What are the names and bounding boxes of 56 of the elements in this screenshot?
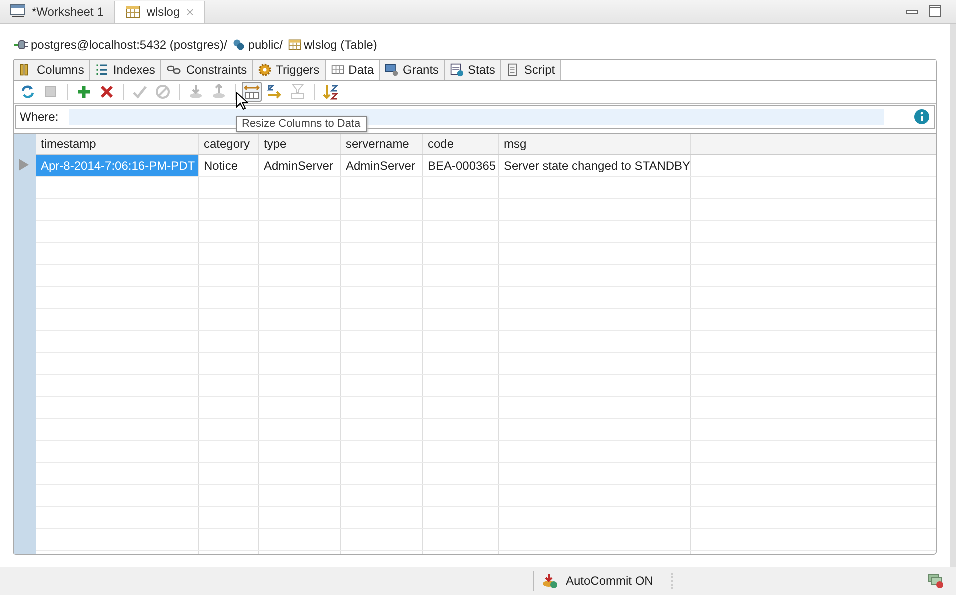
add-icon [76, 84, 92, 100]
table-cell: AdminServer [341, 155, 423, 176]
grid-icon [330, 63, 345, 77]
tab[interactable]: Data [326, 60, 380, 80]
table-cell: AdminServer [259, 155, 341, 176]
table-label: wlslog (Table) [304, 38, 378, 52]
mouse-pointer-icon [236, 92, 248, 110]
schema-icon [232, 38, 246, 52]
monitor-key-icon [385, 63, 400, 77]
tab[interactable]: Script [501, 60, 562, 80]
table-cell: Notice [199, 155, 259, 176]
chain-link-icon [166, 63, 182, 77]
tab[interactable]: Triggers [253, 60, 326, 80]
tab[interactable]: Indexes [90, 60, 162, 80]
filter-icon [290, 84, 306, 100]
column-header[interactable]: servername [341, 134, 423, 154]
editor-tab[interactable]: *Worksheet 1 [0, 1, 115, 23]
column-header[interactable]: code [423, 134, 499, 154]
sort-icon [267, 84, 283, 100]
sortaz-button[interactable] [321, 82, 341, 102]
tab[interactable]: Grants [380, 60, 446, 80]
table-cell: Server state changed to STANDBY [499, 155, 691, 176]
database-check-icon [542, 573, 558, 589]
commit-icon [132, 84, 148, 100]
connection-label: postgres@localhost:5432 (postgres)/ [31, 38, 228, 52]
gear-icon [258, 63, 272, 77]
column-header[interactable]: msg [499, 134, 691, 154]
column-header[interactable]: category [199, 134, 259, 154]
tab[interactable]: Columns [14, 60, 90, 80]
table-cell: BEA-000365 [423, 155, 499, 176]
export-icon [211, 84, 227, 100]
autocommit-status: AutoCommit ON [566, 574, 654, 588]
table-cell: Apr-8-2014-7:06:16-PM-PDT [36, 155, 199, 176]
refresh-icon [20, 84, 36, 100]
stop-icon [43, 84, 59, 100]
delete-icon [99, 84, 115, 100]
sortaz-icon [323, 84, 339, 100]
resize-icon [244, 84, 260, 100]
list-icon [95, 63, 110, 77]
column-header[interactable]: type [259, 134, 341, 154]
connections-error-icon [928, 573, 944, 589]
import-icon [188, 84, 204, 100]
tab[interactable]: Stats [445, 60, 502, 80]
where-label: Where: [20, 110, 59, 124]
maximize-icon[interactable] [929, 5, 941, 17]
sql-file-icon [10, 4, 26, 20]
info-icon[interactable] [914, 109, 930, 125]
schema-label: public/ [248, 38, 283, 52]
tab[interactable]: Constraints [161, 60, 254, 80]
editor-tab[interactable]: wlslog × [114, 1, 206, 23]
column-header[interactable]: timestamp [36, 134, 199, 154]
document-info-icon [450, 63, 464, 77]
table-icon [124, 4, 141, 20]
cancel-icon [155, 84, 171, 100]
tooltip: Resize Columns to Data [236, 116, 367, 132]
table-icon [288, 38, 302, 52]
